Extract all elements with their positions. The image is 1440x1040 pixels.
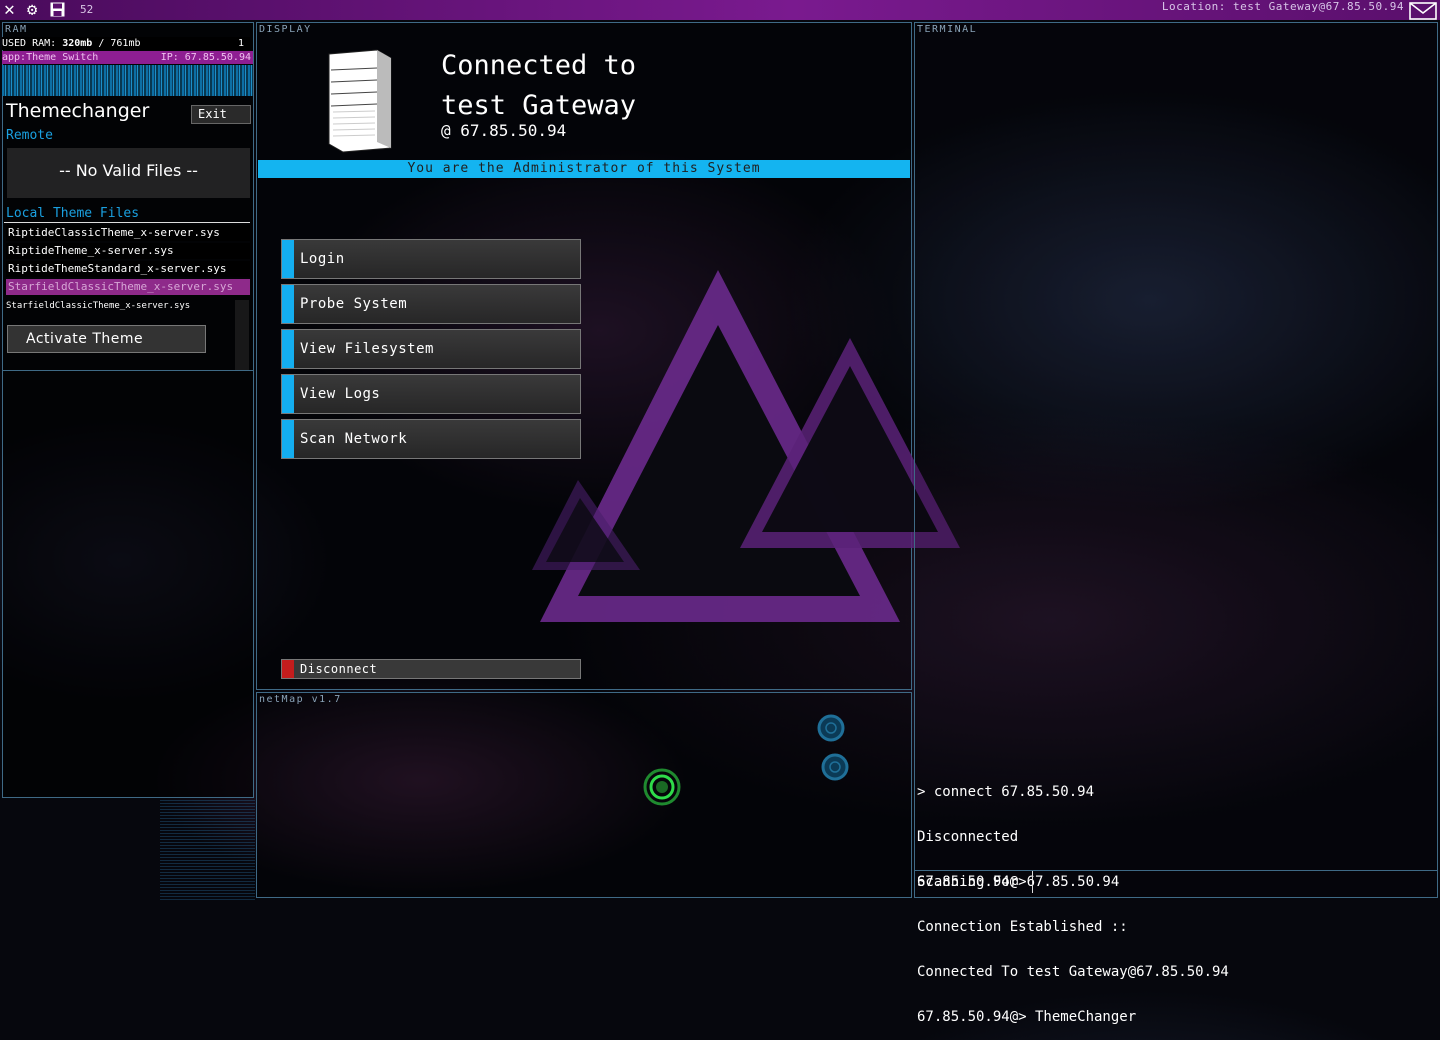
terminal-prompt: 67.85.50.94@> [917,874,1027,890]
local-theme-files-label: Local Theme Files [6,206,140,221]
server-icon [328,49,392,153]
save-icon[interactable] [50,2,65,17]
app-title: Themechanger [6,100,150,122]
scan-network-button[interactable]: Scan Network [281,419,581,459]
ram-used-value: 320mb [62,38,93,49]
view-logs-button[interactable]: View Logs [281,374,581,414]
fps-counter: 52 [80,3,94,16]
mail-icon[interactable] [1409,2,1437,20]
divider [4,222,250,223]
remote-label: Remote [6,128,53,143]
file-list-item[interactable]: RiptideClassicTheme_x-server.sys [6,225,250,241]
terminal-line: Connection Established :: [917,919,1128,935]
location-label: Location: test Gateway@67.85.50.94 [1161,0,1404,13]
connection-title-line1: Connected to [441,50,637,81]
terminal-line: > connect 67.85.50.94 [917,784,1095,800]
exit-button[interactable]: Exit [191,105,251,124]
ram-process-count: 1 [237,38,244,49]
divider [2,370,254,371]
activate-theme-button[interactable]: Activate Theme [7,325,206,353]
terminal-input[interactable] [1032,871,1033,893]
probe-system-button[interactable]: Probe System [281,284,581,324]
app-ip: IP: 67.85.50.94 [160,52,251,63]
netmap-node-home[interactable] [643,768,681,806]
terminal-line: Connected To test Gateway@67.85.50.94 [917,964,1229,980]
display-panel-label: DISPLAY [259,24,312,35]
connection-title: Connected to test Gateway [441,46,636,126]
ram-panel-label: RAM [5,24,28,35]
app-memory-graphic [2,65,253,96]
connection-ip: @ 67.85.50.94 [441,121,567,140]
terminal-line: 67.85.50.94@> ThemeChanger [917,1009,1137,1025]
top-bar: ✕ ⚙ 52 Location: test Gateway@67.85.50.9… [0,0,1440,20]
ram-total: / 761mb [92,38,141,49]
app-title-bar: app:Theme Switch IP: 67.85.50.94 [2,51,253,64]
disconnect-button[interactable]: Disconnect [281,659,581,679]
netmap-node[interactable] [821,753,849,781]
file-list-scrollbar[interactable] [235,300,249,370]
divider [914,870,1438,871]
file-list-item-selected[interactable]: StarfieldClassicTheme_x-server.sys [6,279,250,295]
app-name: app:Theme Switch [2,52,99,63]
admin-notice-bar: You are the Administrator of this System [258,160,910,178]
no-valid-files-box: -- No Valid Files -- [7,148,250,198]
background-glitch [160,800,255,900]
terminal-panel-label: TERMINAL [917,24,978,35]
file-list-item[interactable]: RiptideThemeStandard_x-server.sys [6,261,250,277]
close-icon[interactable]: ✕ [4,1,15,19]
connection-title-line2: test Gateway [441,90,637,121]
background-triangles-graphic [532,270,960,622]
netmap-panel: netMap v1.7 [256,692,912,898]
netmap-node[interactable] [817,714,845,742]
ram-used-prefix: USED RAM: [2,38,63,49]
terminal-output: > connect 67.85.50.94 Disconnected Scann… [917,755,1229,1040]
netmap-label: netMap v1.7 [259,694,342,705]
view-filesystem-button[interactable]: View Filesystem [281,329,581,369]
netmap-canvas [643,714,849,806]
gear-icon[interactable]: ⚙ [27,1,37,19]
terminal-line: Disconnected [917,829,1019,845]
ram-usage-bar: USED RAM: 320mb / 761mb 1 [2,37,250,50]
selected-file-name: StarfieldClassicTheme_x-server.sys [6,301,191,311]
login-button[interactable]: Login [281,239,581,279]
file-list-item[interactable]: RiptideTheme_x-server.sys [6,243,250,259]
